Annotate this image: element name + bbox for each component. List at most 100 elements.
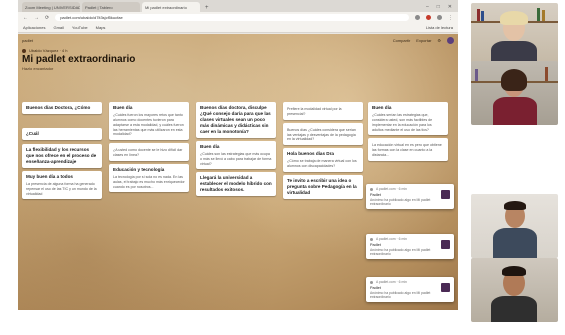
page-title: Mi padlet extraordinario [22, 54, 136, 65]
tab-bar: Zoom Meeting | UNIVERSIDAD Padlet | Tabl… [18, 0, 458, 12]
post-body: La presencia de alguna forma ha generado… [26, 181, 97, 196]
post-body: Buenos días ¿Cuáles considera que serían… [287, 127, 356, 142]
bookmarks-bar: Aplicaciones Gmail YouTube Maps Lista de… [18, 23, 458, 33]
browser-window: Zoom Meeting | UNIVERSIDAD Padlet | Tabl… [18, 0, 458, 310]
back-icon[interactable]: ← [23, 15, 28, 21]
post-card[interactable]: La flexibilidad y los recursos que nos o… [22, 143, 102, 168]
notification-thumbnail-icon [441, 190, 450, 199]
notification-thumbnail-icon [441, 283, 450, 292]
board-column: Buenos días Doctora, ¿Cómo ¿Cuál La flex… [22, 102, 102, 202]
notification-body: Anónimo ha publicado algo en Mi padlet e… [370, 291, 431, 299]
post-body: La tecnología por sí sola no es nada. En… [113, 174, 185, 189]
board-column: Buen día ¿Cuáles serían las estrategias … [368, 102, 448, 164]
browser-tab-active[interactable]: Mi padlet extraordinario [142, 2, 200, 12]
post-body: Prefiere la modalidad virtual por la pre… [287, 107, 342, 116]
post-title: Buenos días doctora, disculpe ¿Qué conse… [200, 105, 271, 134]
post-title: La flexibilidad y los recursos que nos o… [26, 146, 97, 164]
export-button[interactable]: Exportar [416, 38, 431, 43]
reload-icon[interactable]: ⟳ [45, 15, 49, 21]
post-card[interactable]: Hola buenos días Dra ¿Cómo se trabaja de… [283, 148, 363, 172]
notification-toast[interactable]: A padlet.com · 6 min Padlet Anónimo ha p… [366, 277, 454, 302]
bookmark-item[interactable]: Gmail [53, 25, 63, 30]
post-card[interactable]: ¿Cuál [22, 127, 102, 140]
post-title: Muy buen día a todos [26, 173, 73, 179]
participant-video[interactable] [471, 194, 558, 258]
post-body: ¿Cuáles serían las estrategias que, cons… [372, 112, 433, 132]
post-title: Te invito a escribir una idea o pregunta… [287, 177, 357, 195]
author-name: Ubaldo Vázquez · 4 h [29, 48, 68, 53]
post-card[interactable]: Buen día ¿Cuáles fueron los mayores reto… [109, 102, 189, 141]
settings-icon[interactable]: ⚙ [437, 38, 441, 43]
participant-video[interactable] [471, 3, 558, 67]
post-card[interactable]: Buenos días doctora, disculpe ¿Qué conse… [196, 102, 276, 138]
notification-title: Padlet [370, 286, 381, 290]
post-title: ¿Cuál [26, 130, 39, 136]
post-card[interactable]: Buen día ¿Cuáles son las estrategias que… [196, 140, 276, 170]
participant-video[interactable] [471, 258, 558, 322]
maximize-icon[interactable]: □ [437, 4, 440, 10]
post-title: Buenos días Doctora, ¿Cómo [26, 105, 91, 110]
forward-icon[interactable]: → [34, 15, 39, 21]
post-title: Hola buenos días Dra [287, 151, 334, 157]
notification-title: Padlet [370, 193, 381, 197]
post-title: Buen día [372, 105, 392, 110]
notification-title: Padlet [370, 243, 381, 247]
notification-meta: A padlet.com · 6 min [370, 237, 450, 241]
address-bar: ← → ⟳ padlet.com/ubaldo/d7lt3sjcf5kucfae… [18, 12, 458, 23]
post-card[interactable]: Llegará la universidad a establecer el m… [196, 172, 276, 197]
padlet-logo[interactable]: padlet [22, 38, 33, 43]
browser-tab[interactable]: Zoom Meeting | UNIVERSIDAD [22, 2, 80, 12]
post-card[interactable]: Buenos días Doctora, ¿Cómo [22, 102, 102, 114]
author-avatar-icon [22, 48, 26, 53]
notification-toast[interactable]: A padlet.com · 6 min Padlet Anónimo ha p… [366, 234, 454, 259]
padlet-board: padlet Compartir Exportar ⚙ Ubaldo Vázqu… [18, 34, 458, 310]
post-body: ¿A usted como docente se le hizo difícil… [113, 148, 183, 158]
bookmark-item[interactable]: YouTube [72, 25, 88, 30]
close-icon[interactable]: ✕ [448, 4, 452, 10]
post-title: Buen día [113, 105, 133, 110]
post-card[interactable]: Te invito a escribir una idea o pregunta… [283, 174, 363, 199]
new-tab-icon[interactable]: + [202, 5, 212, 12]
avatar[interactable] [447, 37, 454, 44]
notification-meta: A padlet.com · 6 min [370, 280, 450, 284]
profile-icon[interactable] [437, 15, 442, 20]
page-subtitle: Hazlo encantador [22, 66, 54, 71]
post-title: Llegará la universidad a establecer el m… [200, 175, 272, 193]
notification-body: Anónimo ha publicado algo en Mi padlet e… [370, 198, 431, 206]
minimize-icon[interactable]: – [426, 4, 429, 10]
post-card[interactable]: La educación virtual en es pero que obti… [368, 138, 448, 161]
padlet-header: Ubaldo Vázquez · 4 h Mi padlet extraordi… [22, 48, 135, 71]
extension-icon[interactable] [415, 15, 420, 20]
bookmark-item[interactable]: Aplicaciones [23, 25, 45, 30]
participant-video[interactable] [471, 61, 558, 125]
post-card[interactable]: ¿A usted como docente se le hizo difícil… [109, 143, 189, 161]
post-body: ¿Cuáles son las estrategias que más ocup… [200, 151, 272, 166]
reading-list[interactable]: Lista de lectura [426, 25, 453, 30]
share-button[interactable]: Compartir [393, 38, 411, 43]
board-column: Buenos días doctora, disculpe ¿Qué conse… [196, 102, 276, 199]
post-card[interactable]: Prefiere la modalidad virtual por la pre… [283, 102, 363, 120]
notification-body: Anónimo ha publicado algo en Mi padlet e… [370, 248, 431, 256]
post-card[interactable]: Buen día ¿Cuáles serían las estrategias … [368, 102, 448, 136]
post-body: ¿Cómo se trabaja de manera virtual con l… [287, 159, 357, 169]
post-body: ¿Cuáles fueron los mayores retos que tan… [113, 112, 184, 137]
author-line: Ubaldo Vázquez · 4 h [22, 48, 135, 53]
browser-tab[interactable]: Padlet | Tablero [82, 2, 140, 12]
post-card[interactable]: Muy buen día a todos La presencia de alg… [22, 170, 102, 200]
notification-toast[interactable]: A padlet.com · 6 min Padlet Anónimo ha p… [366, 184, 454, 209]
post-body: La educación virtual en es pero que obti… [372, 143, 442, 158]
notification-meta: A padlet.com · 6 min [370, 187, 450, 191]
post-card[interactable]: Educación y tecnología La tecnología por… [109, 163, 189, 193]
post-card[interactable]: Buenos días ¿Cuáles considera que serían… [283, 122, 363, 146]
board-column: Prefiere la modalidad virtual por la pre… [283, 102, 363, 202]
notification-thumbnail-icon [441, 240, 450, 249]
board-column: Buen día ¿Cuáles fueron los mayores reto… [109, 102, 189, 195]
post-title: Educación y tecnología [113, 166, 165, 172]
url-input[interactable]: padlet.com/ubaldo/d7lt3sjcf5kucfae [55, 14, 409, 21]
bookmark-item[interactable]: Maps [96, 25, 106, 30]
post-title: Buen día [200, 143, 220, 149]
screen: Zoom Meeting | UNIVERSIDAD Padlet | Tabl… [0, 0, 565, 335]
menu-icon[interactable]: ⋮ [448, 15, 453, 21]
padlet-topbar: padlet Compartir Exportar ⚙ [22, 36, 454, 45]
extension-icon[interactable] [426, 15, 431, 20]
